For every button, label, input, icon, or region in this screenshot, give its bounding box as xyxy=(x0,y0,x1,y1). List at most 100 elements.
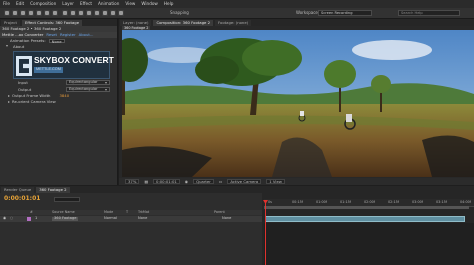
left-panel-tabs: Project Effect Controls: 360 Footage xyxy=(0,19,117,26)
menu-file[interactable]: File xyxy=(3,1,10,6)
effect-name: Mettle ...ox Converter xyxy=(2,32,44,37)
type-tool-icon[interactable] xyxy=(78,10,84,16)
input-property: Input xyxy=(8,80,28,86)
current-time-display[interactable]: 0:00:01:01 xyxy=(153,178,180,185)
output-dropdown-value: Equirectangular xyxy=(69,86,98,91)
grid-icon[interactable]: ▦ xyxy=(144,179,148,184)
ruler-label: 01:00f xyxy=(316,200,327,204)
menu-layer[interactable]: Layer xyxy=(62,1,74,6)
selection-tool-icon[interactable] xyxy=(12,10,18,16)
comp-panel-tabs: Layer: (none) Composition: 360 Footage 2… xyxy=(119,19,474,26)
tab-footage[interactable]: Footage: (none) xyxy=(214,20,252,26)
menu-help[interactable]: Help xyxy=(164,1,174,6)
menu-composition[interactable]: Composition xyxy=(30,1,56,6)
roto-brush-tool-icon[interactable] xyxy=(110,10,116,16)
brush-tool-icon[interactable] xyxy=(86,10,92,16)
rectangle-tool-icon[interactable] xyxy=(62,10,68,16)
pen-tool-icon[interactable] xyxy=(70,10,76,16)
about-twirl-icon[interactable] xyxy=(6,45,8,47)
timeline-timecode[interactable]: 0:00:01:01 xyxy=(4,196,40,202)
label-color-swatch[interactable] xyxy=(27,217,31,221)
clone-stamp-tool-icon[interactable] xyxy=(94,10,100,16)
camera-tool-icon[interactable] xyxy=(44,10,50,16)
viewer-controls: 37% ▦ 0:00:01:01 ◉ Quarter ▭ Active Came… xyxy=(119,178,474,185)
layer-index: 1 xyxy=(35,216,38,220)
input-dropdown-value: Equirectangular xyxy=(69,79,98,84)
composition-viewer[interactable] xyxy=(122,30,474,177)
ruler-label: 01:15f xyxy=(340,200,351,204)
col-trkmat: TrkMat xyxy=(138,210,150,214)
skybox-converter-logo: SKYBOX CONVERT METTLE.COM xyxy=(13,51,114,79)
cloud xyxy=(352,40,432,60)
menu-window[interactable]: Window xyxy=(141,1,158,6)
layer-parent-select[interactable]: None xyxy=(222,216,231,221)
menu-animation[interactable]: Animation xyxy=(98,1,119,6)
ruler-label: 03:00f xyxy=(412,200,423,204)
reorient-label: Re-orient Camera View xyxy=(12,99,56,105)
camera-view-select[interactable]: Active Camera xyxy=(227,178,262,185)
register-link[interactable]: Register xyxy=(60,33,76,37)
about-label: About xyxy=(13,44,25,49)
menu-edit[interactable]: Edit xyxy=(16,1,24,6)
animation-presets-select[interactable]: None xyxy=(48,39,65,43)
layer-row[interactable]: ◉ ◌ 1 360 Footage Normal None None xyxy=(0,216,262,222)
reorient-property[interactable]: Re-orient Camera View xyxy=(8,99,56,105)
current-time-indicator[interactable] xyxy=(265,201,266,265)
camera-snapshot-icon[interactable]: ◉ xyxy=(185,179,188,184)
animation-presets-label: Animation Presets: xyxy=(10,38,46,43)
logo-subtitle: METTLE.COM xyxy=(34,67,63,73)
home-icon[interactable] xyxy=(4,10,10,16)
layer-mode-select[interactable]: Normal xyxy=(104,216,117,221)
menu-effect[interactable]: Effect xyxy=(80,1,92,6)
zoom-tool-icon[interactable] xyxy=(28,10,34,16)
reset-link[interactable]: Reset xyxy=(46,33,57,37)
input-label: Input xyxy=(18,80,28,86)
logo-title: SKYBOX CONVERT xyxy=(34,55,114,65)
eye-icon[interactable]: ◉ xyxy=(3,216,6,221)
output-dropdown[interactable]: Equirectangular xyxy=(66,87,110,92)
snapping-label[interactable]: Snapping xyxy=(170,11,189,15)
eraser-tool-icon[interactable] xyxy=(102,10,108,16)
search-help-input[interactable]: Search Help xyxy=(398,10,460,16)
layer-name[interactable]: 360 Footage xyxy=(52,216,79,221)
menu-bar: File Edit Composition Layer Effect Animation V… xyxy=(0,0,474,8)
ruler-label: 0s xyxy=(268,200,272,204)
output-label: Output xyxy=(18,87,32,93)
about-link[interactable]: About... xyxy=(79,33,94,37)
audio-icon[interactable]: ◌ xyxy=(10,216,13,221)
ruler-label: 03:15f xyxy=(436,200,447,204)
tab-composition[interactable]: Composition: 360 Footage 2 xyxy=(153,20,213,26)
reorient-twirl-icon[interactable] xyxy=(8,101,10,103)
mettle-logo-icon xyxy=(16,56,32,76)
input-dropdown[interactable]: Equirectangular xyxy=(66,80,110,85)
zoom-select[interactable]: 37% xyxy=(125,178,140,185)
workspace-select[interactable]: Screen Recording xyxy=(318,10,372,16)
workspace-label: Workspace xyxy=(296,10,318,15)
layer-duration-bar[interactable] xyxy=(265,216,465,222)
work-area-bar[interactable] xyxy=(264,206,469,209)
ruler-label: 00:15f xyxy=(292,200,303,204)
resolution-select[interactable]: Quarter xyxy=(193,178,214,185)
output-frame-width-label: Output Frame Width xyxy=(12,93,51,99)
menu-view[interactable]: View xyxy=(125,1,135,6)
frame-width-twirl-icon[interactable] xyxy=(8,95,10,97)
output-frame-width-value[interactable]: 3840 xyxy=(59,94,69,98)
region-of-interest-icon[interactable]: ▭ xyxy=(219,179,223,184)
col-mode: Mode xyxy=(104,210,114,214)
chevron-down-icon xyxy=(105,81,107,84)
timeline-tabs: Render Queue 360 Footage 2 xyxy=(0,186,474,193)
view-layout-select[interactable]: 1 View xyxy=(266,178,285,185)
layer-outline xyxy=(0,193,262,265)
timeline-track-area xyxy=(264,223,474,265)
ruler-label: 02:00f xyxy=(364,200,375,204)
hand-tool-icon[interactable] xyxy=(20,10,26,16)
rotate-tool-icon[interactable] xyxy=(36,10,42,16)
timeline-search-input[interactable] xyxy=(54,197,80,202)
ruler-label: 04:00f xyxy=(460,200,471,204)
col-parent: Parent xyxy=(214,210,225,214)
puppet-tool-icon[interactable] xyxy=(118,10,124,16)
pan-behind-tool-icon[interactable] xyxy=(52,10,58,16)
layer-trkmat-select[interactable]: None xyxy=(138,216,147,221)
about-row[interactable]: About xyxy=(0,44,117,50)
ruler-label: 02:15f xyxy=(388,200,399,204)
